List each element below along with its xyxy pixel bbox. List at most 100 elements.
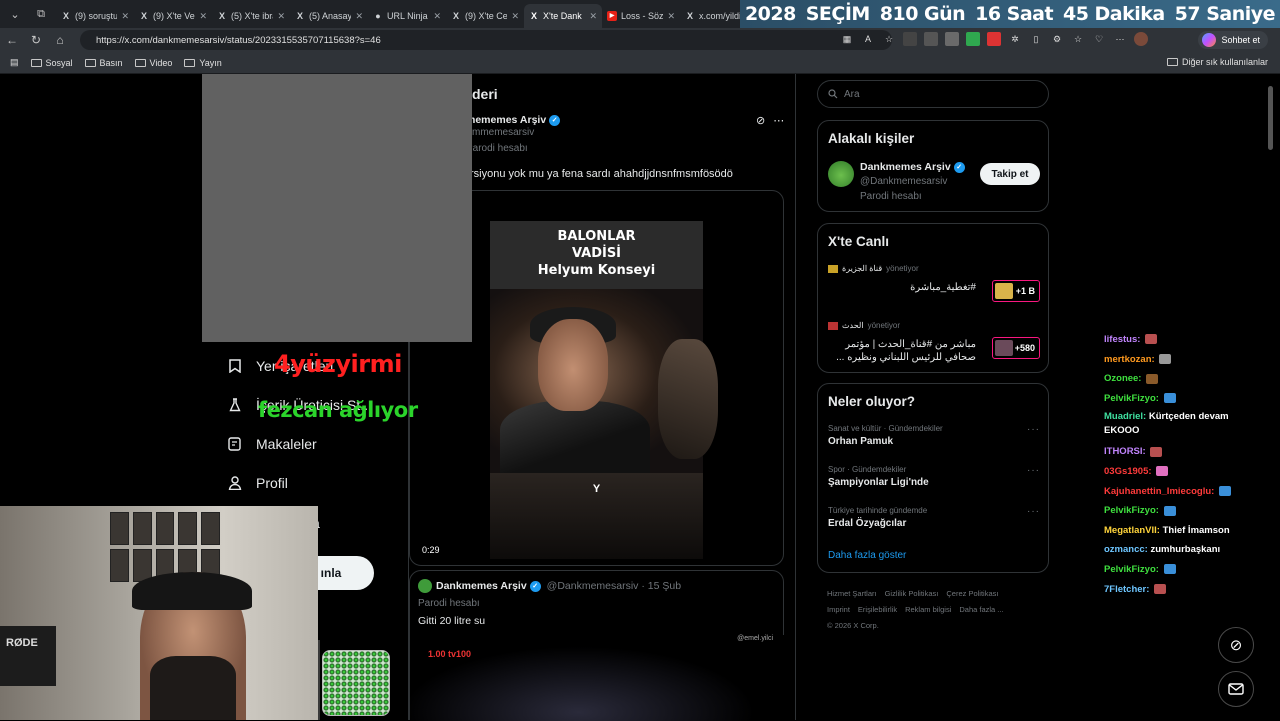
grok-float-button[interactable]: ⊘	[1218, 627, 1254, 663]
tab-menu-chevron-icon[interactable]: ⌄	[4, 4, 26, 24]
more-options-icon[interactable]: ···	[1027, 465, 1040, 476]
footer-link[interactable]: Erişilebilirlik	[858, 605, 897, 614]
chat-username: 7Fletcher:	[1104, 583, 1150, 595]
extension-icon[interactable]	[924, 32, 938, 46]
search-input[interactable]: Ara	[817, 80, 1049, 108]
tab-close-icon[interactable]: ✕	[511, 11, 519, 22]
folder-icon	[134, 58, 146, 67]
tab-close-icon[interactable]: ✕	[121, 11, 129, 22]
scrollbar[interactable]	[1268, 86, 1273, 150]
url-field[interactable]: https://x.com/dankmemesarsiv/status/2023…	[80, 30, 892, 50]
back-icon[interactable]: ←	[0, 33, 24, 47]
extension-icon[interactable]	[903, 32, 917, 46]
trend-item[interactable]: Türkiye tarihinde gündemde Erdal Özyağcı…	[828, 506, 1040, 529]
footer-link[interactable]: Hizmet Şartları	[827, 589, 877, 598]
footer-link[interactable]: Daha fazla ...	[959, 605, 1003, 614]
extension-icon[interactable]	[966, 32, 980, 46]
show-more-link[interactable]: Daha fazla göster	[828, 550, 906, 561]
profile-avatar[interactable]	[1134, 32, 1148, 46]
live-thumbnail	[995, 340, 1013, 356]
live-item[interactable]: الحدث yönetiyor مباشر من #قناة_الحدث | م…	[828, 321, 1040, 364]
tab-close-icon[interactable]: ✕	[667, 11, 675, 22]
tv-channel-logo: 1.00 tv100	[428, 649, 472, 659]
media-watermark: @emel.yilci	[737, 635, 773, 642]
copilot-chat-button[interactable]: Sohbet et	[1198, 31, 1268, 49]
tab-close-icon[interactable]: ✕	[433, 11, 441, 22]
post-handle[interactable]: mmemesarsiv	[472, 127, 534, 138]
chat-message: 7Fletcher:	[1104, 580, 1264, 600]
tab-close-icon[interactable]: ✕	[589, 11, 597, 22]
browser-tab[interactable]: X (9) X'te Ce ✕	[446, 4, 524, 28]
more-options-icon[interactable]: ⋯	[773, 114, 784, 127]
split-screen-icon[interactable]: ▯	[1029, 32, 1043, 46]
trend-item[interactable]: Spor · Gündemdekiler Şampiyonlar Ligi'nd…	[828, 465, 1040, 488]
browser-tab[interactable]: ● URL Ninja | ✕	[368, 4, 446, 28]
url-text: https://x.com/dankmemesarsiv/status/2023…	[96, 34, 381, 46]
apps-icon[interactable]: ▦	[840, 32, 854, 46]
video-player[interactable]: BALONLAR VADİSİ Helyum Konseyi Y	[490, 221, 718, 559]
other-bookmarks[interactable]: Diğer sık kullanılanlar	[1166, 57, 1268, 67]
more-options-icon[interactable]: ···	[1027, 506, 1040, 517]
chat-button-label: Sohbet et	[1221, 35, 1260, 45]
bookmark-folder[interactable]: Yayın	[184, 58, 222, 68]
live-card: X'te Canlı قناة الجزيرة yönetiyor #تغطية…	[817, 223, 1049, 373]
reply-media[interactable]: 1.00 tv100 @emel.yilci	[410, 635, 785, 721]
tab-title: (5) Anasayf	[309, 11, 352, 21]
photo-frame	[110, 512, 129, 545]
tab-close-icon[interactable]: ✕	[199, 11, 207, 22]
footer-link[interactable]: Reklam bilgisi	[905, 605, 951, 614]
photo-frame	[155, 512, 175, 545]
browser-tab[interactable]: ▶ Loss - Söz ✕	[602, 4, 680, 28]
bookmark-folder[interactable]: Basın	[84, 58, 123, 68]
tab-favicon-icon: X	[218, 11, 225, 21]
video-timestamp: 0:29	[422, 545, 440, 555]
workspaces-icon[interactable]: ⧉	[30, 4, 52, 24]
chat-username: lifestus:	[1104, 334, 1141, 345]
home-icon[interactable]: ⌂	[48, 33, 72, 47]
trend-item[interactable]: Sanat ve kültür · Gündemdekiler Orhan Pa…	[828, 424, 1040, 447]
live-thumbnail	[995, 283, 1013, 299]
tab-title: X'te Dank	[543, 11, 582, 21]
browser-tab[interactable]: X (9) X'te Ver ✕	[134, 4, 212, 28]
footer-link[interactable]: Gizlilik Politikası	[885, 589, 939, 598]
live-item[interactable]: قناة الجزيرة yönetiyor #تغطية_مباشرة +1 …	[828, 264, 1040, 302]
footer-link[interactable]: Imprint	[827, 605, 850, 614]
collections-icon[interactable]: ♡	[1092, 32, 1106, 46]
post-author[interactable]: mememes Arşiv ✓	[466, 114, 561, 126]
browser-tab[interactable]: X (5) X'te ibra ✕	[212, 4, 290, 28]
avatar[interactable]	[418, 579, 432, 593]
favorite-star-icon[interactable]: ☆	[882, 32, 896, 46]
address-toolbar: ← ↻ ⌂ https://x.com/dankmemesarsiv/statu…	[0, 28, 1280, 52]
browser-tab[interactable]: X (5) Anasayf ✕	[290, 4, 368, 28]
avatar[interactable]	[828, 161, 854, 187]
tab-title: (9) X'te Ce	[465, 11, 508, 21]
favorites-icon[interactable]: ☆	[1071, 32, 1085, 46]
nav-profile[interactable]: Profil	[228, 475, 288, 491]
browser-tab[interactable]: X (9) soruştur ✕	[56, 4, 134, 28]
related-name[interactable]: Dankmemes Arşiv ✓	[860, 161, 965, 173]
grok-icon[interactable]: ⊘	[756, 114, 765, 127]
chat-message: Muadriel: Kürtçeden devam EKOOO	[1104, 410, 1264, 438]
follow-button[interactable]: Takip et	[980, 163, 1040, 185]
bookmark-folder[interactable]: Video	[134, 58, 172, 68]
extension-icon[interactable]	[987, 32, 1001, 46]
read-aloud-icon[interactable]: A	[861, 32, 875, 46]
tab-favicon-icon: X	[296, 11, 303, 21]
browser-tab[interactable]: X X'te Dank ✕	[524, 4, 602, 28]
reload-icon[interactable]: ↻	[24, 33, 48, 47]
more-options-icon[interactable]: ⋯	[1113, 32, 1127, 46]
extension-icon[interactable]	[945, 32, 959, 46]
puzzle-icon[interactable]: ✲	[1008, 32, 1022, 46]
more-options-icon[interactable]: ···	[1027, 424, 1040, 435]
footer-link[interactable]: Çerez Politikası	[946, 589, 998, 598]
post-parody-label: Parodi hesabı	[466, 143, 528, 154]
tab-close-icon[interactable]: ✕	[277, 11, 285, 22]
bookmark-folder[interactable]: Sosyal	[30, 58, 73, 68]
reply-post[interactable]: Dankmemes Arşiv ✓ @Dankmemesarsiv · 15 Ş…	[409, 570, 785, 721]
sidebar-toggle-icon[interactable]: ▤	[10, 57, 19, 68]
messages-float-button[interactable]	[1218, 671, 1254, 707]
nav-articles[interactable]: Makaleler	[228, 436, 317, 452]
settings-gear-icon[interactable]: ⚙	[1050, 32, 1064, 46]
tab-close-icon[interactable]: ✕	[355, 11, 363, 22]
reply-author[interactable]: Dankmemes Arşiv ✓ @Dankmemesarsiv · 15 Ş…	[436, 580, 681, 592]
